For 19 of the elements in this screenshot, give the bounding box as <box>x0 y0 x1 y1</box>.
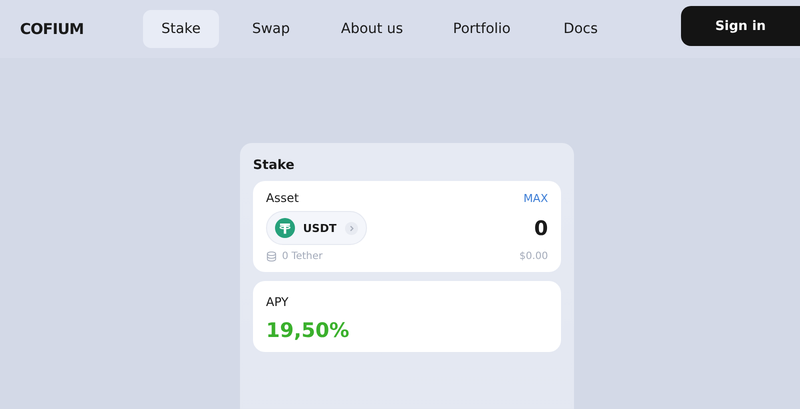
token-selector[interactable]: USDT <box>266 211 367 245</box>
nav-tab[interactable]: Docs <box>542 10 619 48</box>
apy-value: 19,50% <box>266 318 350 342</box>
usd-value: $0.00 <box>519 251 548 262</box>
card-title: Stake <box>253 158 294 173</box>
asset-label: Asset <box>266 191 299 205</box>
balance-text: 0 Tether <box>282 251 323 262</box>
nav-tab[interactable]: Portfolio <box>435 10 529 48</box>
apy-label: APY <box>266 295 289 309</box>
chevron-right-icon <box>345 222 358 234</box>
logo[interactable]: COFIUM <box>20 20 143 38</box>
sign-in-button[interactable]: Sign in <box>681 6 800 46</box>
amount-value: 0 <box>534 216 548 240</box>
nav-tab[interactable]: Stake <box>143 10 219 48</box>
nav-tab[interactable]: About us <box>323 10 422 48</box>
nav-tab[interactable]: Swap <box>233 10 309 48</box>
tether-icon <box>275 218 295 238</box>
max-link[interactable]: MAX <box>523 192 548 204</box>
database-icon <box>266 251 277 262</box>
